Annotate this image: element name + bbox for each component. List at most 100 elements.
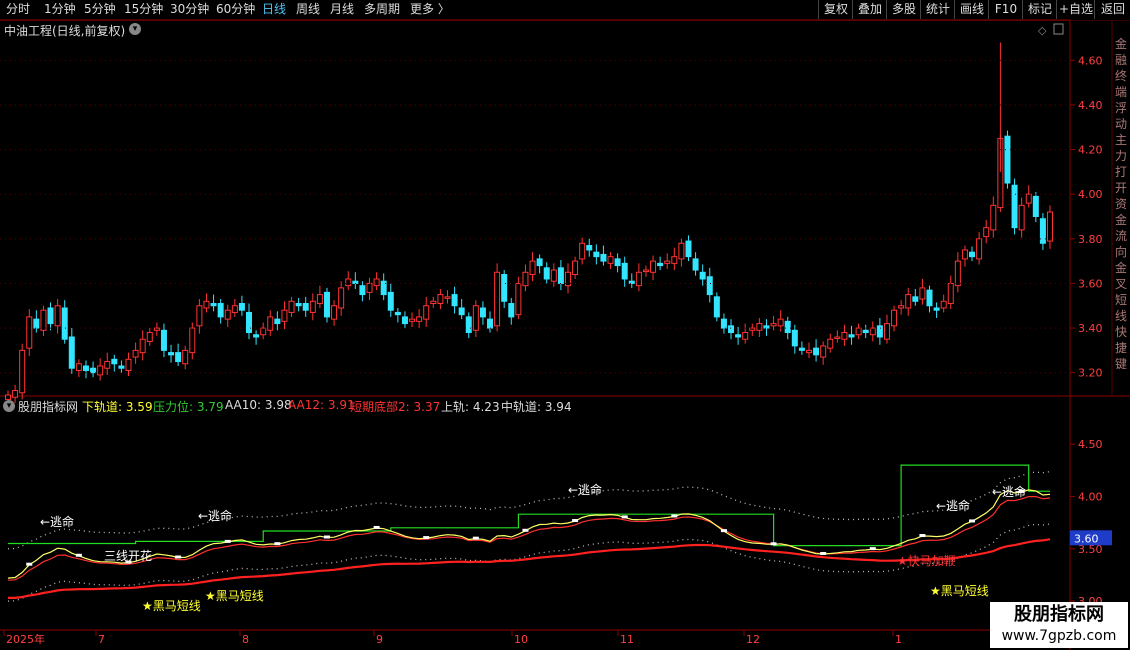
short-bottom-line — [8, 538, 1051, 599]
candle-body — [692, 258, 699, 271]
side-panel-char: 金 — [1115, 212, 1127, 227]
side-panel-char: 金 — [1115, 260, 1127, 275]
escape-signal: ←逃命 — [992, 484, 1026, 499]
candle-body — [401, 316, 408, 325]
signal-marker — [671, 514, 678, 518]
candle-body — [1004, 135, 1011, 184]
candle-body — [139, 338, 146, 354]
candle-body — [650, 260, 657, 273]
candle-body — [550, 269, 557, 282]
indicator-value-0: 下轨道: 3.59 — [82, 400, 153, 414]
candle-body — [238, 303, 245, 311]
candle-body — [579, 242, 586, 260]
candle-body — [827, 338, 834, 349]
indicator-tick-label: 4.50 — [1078, 438, 1103, 451]
fast-horse-signal: ★快马加鞭 — [897, 554, 956, 568]
candle-body — [756, 323, 763, 331]
signal-marker — [423, 536, 430, 540]
candle-body — [246, 311, 253, 334]
candle-body — [75, 363, 82, 371]
candle-body — [883, 323, 890, 340]
candle-body — [451, 294, 458, 307]
candle-body — [118, 365, 125, 369]
candle-body — [146, 332, 153, 342]
candle-body — [494, 271, 501, 327]
candle-body — [1025, 193, 1032, 204]
candle-body — [302, 303, 309, 311]
date-label: 9 — [376, 633, 383, 646]
signal-marker — [472, 536, 479, 540]
side-panel-char: 线 — [1115, 309, 1127, 323]
candle-body — [97, 365, 104, 376]
candle-body — [713, 296, 720, 318]
candle-body — [1018, 204, 1025, 231]
candle-body — [309, 300, 316, 313]
candle-body — [657, 262, 664, 267]
candle-body — [1047, 211, 1053, 242]
candle-body — [976, 238, 983, 260]
candle-body — [458, 307, 465, 316]
side-panel-char: 快 — [1115, 325, 1127, 339]
side-panel-char: 叉 — [1115, 277, 1127, 291]
logo-url: www.7gpzb.com — [1001, 628, 1117, 644]
candle-body — [423, 305, 430, 320]
candle-body — [621, 262, 628, 280]
candle-body — [217, 303, 224, 318]
candle-body — [720, 318, 727, 329]
candle-body — [111, 358, 118, 365]
date-axis: 2025年 7 8 9 10 11 12 1 — [3, 630, 902, 646]
candle-body — [12, 390, 19, 398]
candle-body — [983, 227, 990, 238]
candle-body — [990, 204, 997, 231]
signal-marker — [572, 519, 579, 523]
date-label: 10 — [514, 633, 528, 646]
candle-body — [834, 336, 841, 339]
date-label: 11 — [620, 633, 634, 646]
candle-body — [61, 307, 68, 340]
signal-marker — [969, 519, 976, 523]
candle-body — [969, 251, 976, 258]
date-label: 1 — [895, 633, 902, 646]
chevron-down-icon[interactable]: ▾ — [3, 400, 15, 412]
candle-body — [642, 269, 649, 273]
candle-body — [664, 260, 671, 264]
candle-body — [614, 258, 621, 267]
candle-body — [905, 294, 912, 309]
signal-marker — [869, 547, 876, 551]
candle-body — [784, 320, 791, 334]
candle-body — [409, 318, 416, 322]
side-panel-char: 金 — [1115, 36, 1127, 51]
candle-body — [373, 278, 380, 287]
window-icon — [1053, 23, 1064, 35]
date-label: 7 — [98, 633, 105, 646]
dark-horse-signal: ★黑马短线 — [142, 599, 201, 613]
indicator-value-2: AA10: 3.98 — [225, 398, 292, 412]
candle-body — [437, 294, 444, 305]
side-panel-char: 主 — [1115, 133, 1127, 147]
indicator-value-3: AA12: 3.91 — [288, 398, 355, 412]
candle-body — [543, 267, 550, 280]
candle-body — [54, 305, 61, 327]
side-panel-char: 捷 — [1115, 341, 1127, 355]
side-panel-char: 浮 — [1115, 101, 1127, 115]
date-label: 2025年 — [6, 632, 45, 646]
candle-body — [798, 347, 805, 351]
chart-area[interactable]: ◇ 4.604.404.204.003.803.603.403.20 金融终端浮… — [0, 0, 1130, 650]
candle-body — [416, 316, 423, 322]
candle-body — [231, 305, 238, 313]
price-tick-label: 4.40 — [1078, 99, 1103, 112]
candle-body — [288, 300, 295, 313]
candle-body — [260, 327, 267, 336]
candle-body — [68, 336, 75, 369]
aa12-line — [7, 496, 1051, 581]
candle-body — [472, 305, 479, 331]
price-tick-label: 4.00 — [1078, 188, 1103, 201]
candle-body — [557, 267, 564, 284]
signal-marker — [26, 562, 33, 566]
side-panel-char: 键 — [1115, 357, 1127, 371]
candle-body — [770, 323, 777, 327]
side-panel-char: 向 — [1115, 244, 1127, 259]
candle-body — [175, 352, 182, 363]
candle-body — [607, 256, 614, 264]
side-panel-char: 打 — [1115, 165, 1127, 179]
